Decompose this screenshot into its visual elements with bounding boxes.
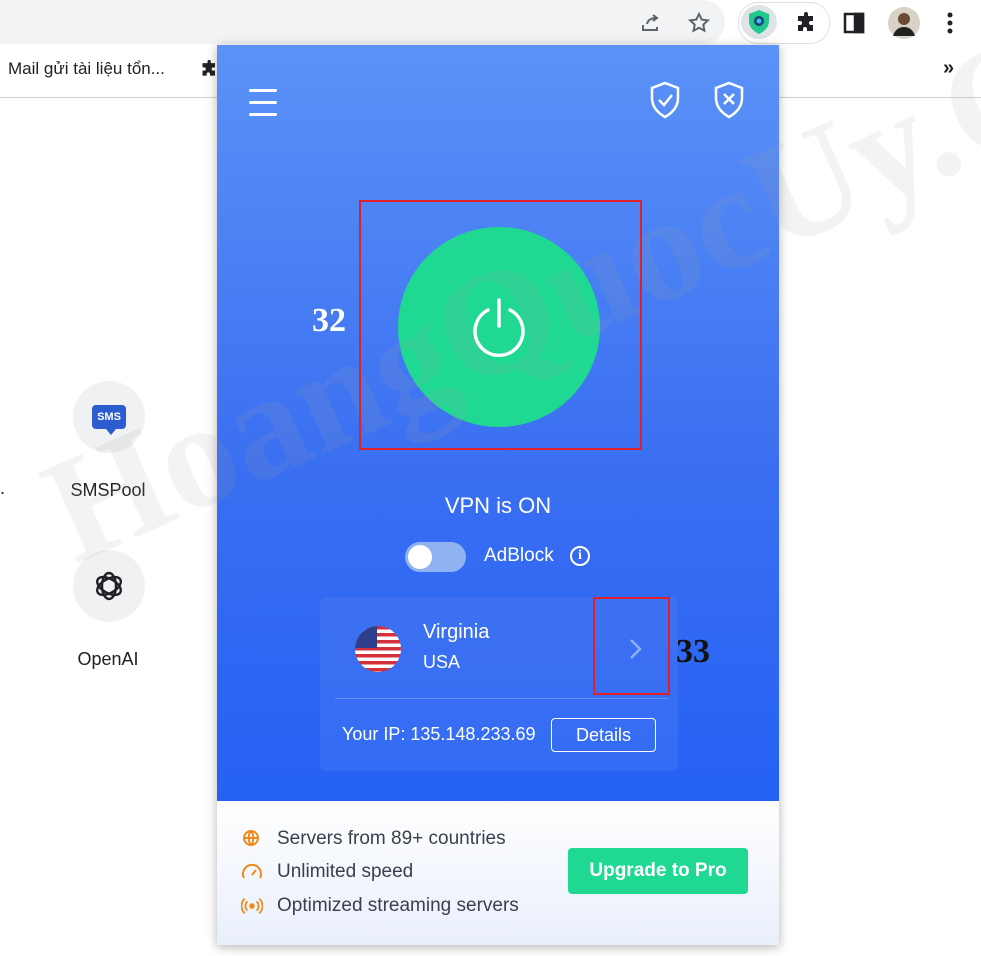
location-city: Virginia: [423, 621, 490, 643]
adblock-toggle[interactable]: [405, 542, 466, 572]
shortcut-smspool[interactable]: SMS: [73, 381, 145, 453]
side-panel-icon[interactable]: [838, 7, 870, 39]
vpn-popup: VPN is ON AdBlock i Virginia USA Your IP…: [217, 45, 779, 945]
shield-check-icon[interactable]: [649, 81, 681, 119]
more-menu-icon[interactable]: [934, 7, 966, 39]
address-bar[interactable]: [0, 0, 725, 44]
annotation-box-location: [593, 597, 670, 695]
adblock-label: AdBlock: [484, 545, 554, 566]
extensions-puzzle-icon[interactable]: [791, 7, 823, 39]
hamburger-menu-icon[interactable]: [249, 89, 277, 119]
vpn-extension-icon[interactable]: [743, 6, 775, 38]
openai-logo-icon: [96, 571, 122, 601]
usa-flag-icon: [355, 626, 401, 672]
bookmark-item[interactable]: Mail gửi tài liệu tổn...: [8, 59, 165, 79]
feature-text: Unlimited speed: [277, 861, 414, 882]
feature-text: Optimized streaming servers: [277, 895, 519, 916]
globe-pin-icon: [241, 828, 263, 850]
divider: [335, 698, 668, 699]
speedometer-icon: [241, 861, 263, 883]
sms-icon: SMS: [92, 405, 126, 435]
shortcut-openai[interactable]: [73, 550, 145, 622]
vpn-status-text: VPN is ON: [444, 493, 552, 518]
info-icon[interactable]: i: [570, 546, 590, 566]
share-icon[interactable]: [635, 7, 667, 39]
bookmarks-overflow-button[interactable]: »: [943, 57, 954, 80]
details-button[interactable]: Details: [551, 718, 656, 752]
bookmark-star-icon[interactable]: [683, 7, 715, 39]
feature-text: Servers from 89+ countries: [277, 828, 506, 849]
ip-address: Your IP: 135.148.233.69: [342, 724, 536, 744]
profile-avatar[interactable]: [886, 5, 922, 41]
annotation-number: 33: [676, 633, 710, 670]
annotation-number: 32: [312, 302, 346, 339]
shortcut-label: OpenAI: [77, 649, 139, 669]
upgrade-to-pro-button[interactable]: Upgrade to Pro: [568, 848, 748, 894]
feature-item: Servers from 89+ countries: [241, 828, 506, 850]
browser-toolbar: [0, 0, 981, 45]
feature-item: Unlimited speed: [241, 861, 413, 883]
location-country: USA: [423, 652, 461, 672]
upgrade-panel: Servers from 89+ countries Unlimited spe…: [217, 801, 779, 945]
shield-block-icon[interactable]: [713, 81, 745, 119]
feature-item: Optimized streaming servers: [241, 895, 519, 917]
tile-label-fragment: .: [0, 478, 6, 498]
annotation-box-power: [359, 200, 642, 450]
shortcut-label: SMSPool: [70, 480, 146, 500]
broadcast-icon: [241, 895, 263, 917]
